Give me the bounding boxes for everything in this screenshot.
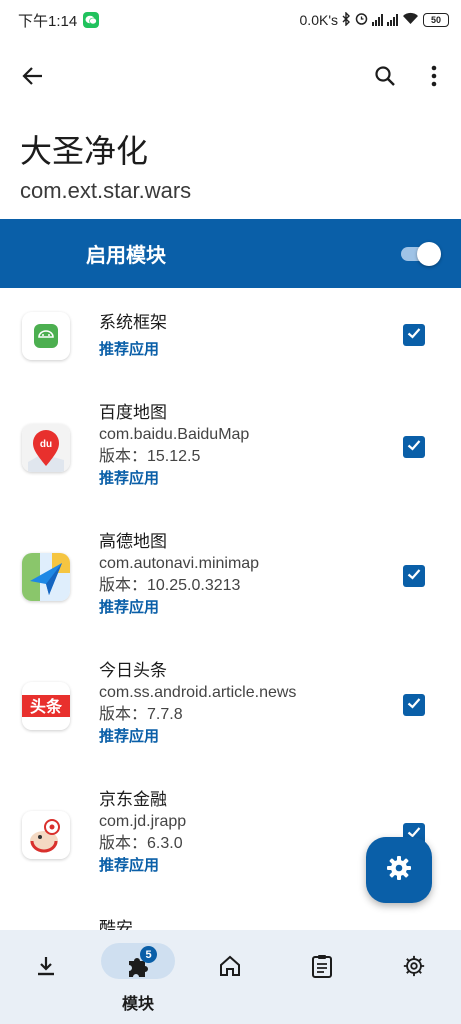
app-version: 版本：6.3.0 bbox=[99, 835, 183, 852]
recommended-label: 推荐应用 bbox=[99, 341, 160, 358]
check-icon bbox=[406, 695, 422, 716]
status-bar: 下午1:14 0.0K's 50 bbox=[0, 0, 461, 40]
app-name: 高德地图 bbox=[99, 532, 167, 551]
status-time: 下午1:14 bbox=[18, 12, 78, 30]
app-package: com.baidu.BaiduMap bbox=[99, 426, 250, 443]
page-title: 大圣净化 bbox=[20, 132, 149, 170]
app-text: 酷安 bbox=[99, 918, 133, 930]
list-item[interactable]: 头条 今日头条 com.ss.android.article.news 版本：7… bbox=[0, 660, 461, 780]
recommended-label: 推荐应用 bbox=[99, 728, 160, 745]
baidu-logo-text: du bbox=[40, 439, 52, 450]
network-speed: 0.0K's bbox=[299, 12, 338, 28]
bluetooth-icon bbox=[342, 10, 351, 29]
alarm-icon bbox=[355, 12, 368, 28]
app-scope-list[interactable]: 系统框架 推荐应用 du 百度地图 com.baidu.BaiduMap 版本：… bbox=[0, 288, 461, 930]
search-button[interactable] bbox=[365, 58, 405, 98]
app-text: 高德地图 com.autonavi.minimap 版本：10.25.0.321… bbox=[99, 531, 259, 619]
arrow-back-icon bbox=[22, 65, 44, 92]
app-text: 今日头条 com.ss.android.article.news 版本：7.7.… bbox=[99, 660, 296, 748]
app-name: 酷安 bbox=[99, 919, 133, 930]
app-version: 版本：15.12.5 bbox=[99, 448, 201, 465]
bottom-navigation: 模块 bbox=[0, 930, 461, 1024]
toolbar bbox=[0, 56, 461, 104]
app-package: com.autonavi.minimap bbox=[99, 555, 260, 572]
nav-item-home[interactable] bbox=[184, 930, 276, 1024]
nav-item-modules[interactable]: 模块 bbox=[92, 930, 184, 1024]
recommended-label: 推荐应用 bbox=[99, 470, 160, 487]
enable-module-switch[interactable] bbox=[401, 242, 441, 266]
nav-item-logs[interactable] bbox=[276, 930, 368, 1024]
app-version: 版本：10.25.0.3213 bbox=[99, 577, 241, 594]
search-icon bbox=[374, 65, 396, 92]
app-checkbox[interactable] bbox=[403, 565, 425, 587]
enable-module-bar[interactable]: 启用模块 bbox=[0, 219, 461, 288]
nav-item-download[interactable] bbox=[0, 930, 92, 1024]
amap-app-icon bbox=[22, 553, 70, 601]
app-checkbox[interactable] bbox=[403, 694, 425, 716]
app-name: 百度地图 bbox=[99, 403, 167, 422]
app-package: com.jd.jrapp bbox=[99, 813, 187, 830]
toutiao-app-icon: 头条 bbox=[22, 682, 70, 730]
list-item[interactable]: 酷安 bbox=[0, 918, 461, 930]
signal-icon bbox=[387, 14, 398, 26]
app-package: com.ss.android.article.news bbox=[99, 684, 297, 701]
back-button[interactable] bbox=[13, 58, 53, 98]
app-name: 今日头条 bbox=[99, 661, 167, 680]
battery-level: 50 bbox=[430, 15, 441, 25]
jd-finance-app-icon bbox=[22, 811, 70, 859]
signal-icon bbox=[372, 14, 383, 26]
gear-icon bbox=[400, 952, 428, 980]
list-item[interactable]: du 百度地图 com.baidu.BaiduMap 版本：15.12.5 推荐… bbox=[0, 402, 461, 522]
app-text: 京东金融 com.jd.jrapp 版本：6.3.0 推荐应用 bbox=[99, 789, 186, 877]
switch-thumb bbox=[417, 242, 441, 266]
list-item[interactable]: 系统框架 推荐应用 bbox=[0, 310, 461, 410]
wechat-icon bbox=[83, 12, 100, 28]
nav-item-settings[interactable] bbox=[368, 930, 460, 1024]
list-item[interactable]: 高德地图 com.autonavi.minimap 版本：10.25.0.321… bbox=[0, 531, 461, 651]
modules-count-badge: 5 bbox=[140, 946, 157, 963]
download-icon bbox=[32, 952, 60, 980]
check-icon bbox=[406, 325, 422, 346]
wifi-icon bbox=[402, 12, 419, 28]
battery-icon: 50 bbox=[423, 13, 449, 27]
more-options-button[interactable] bbox=[414, 58, 454, 98]
settings-fab[interactable] bbox=[366, 837, 432, 903]
recommended-label: 推荐应用 bbox=[99, 857, 160, 874]
more-vert-icon bbox=[431, 65, 437, 92]
baidu-map-app-icon: du bbox=[22, 424, 70, 472]
app-name: 系统框架 bbox=[99, 313, 167, 332]
check-icon bbox=[406, 566, 422, 587]
nav-label-modules: 模块 bbox=[121, 996, 154, 1013]
app-text: 百度地图 com.baidu.BaiduMap 版本：15.12.5 推荐应用 bbox=[99, 402, 249, 490]
app-name: 京东金融 bbox=[99, 790, 167, 809]
app-version: 版本：7.7.8 bbox=[99, 706, 183, 723]
clipboard-icon bbox=[308, 952, 336, 980]
app-text: 系统框架 推荐应用 bbox=[99, 312, 167, 361]
recommended-label: 推荐应用 bbox=[99, 599, 160, 616]
check-icon bbox=[406, 437, 422, 458]
home-icon bbox=[216, 952, 244, 980]
app-checkbox[interactable] bbox=[403, 324, 425, 346]
app-checkbox[interactable] bbox=[403, 436, 425, 458]
gear-icon bbox=[386, 855, 412, 886]
enable-module-label: 启用模块 bbox=[86, 245, 166, 267]
android-system-app-icon bbox=[22, 312, 70, 360]
package-name: com.ext.star.wars bbox=[20, 178, 192, 203]
toutiao-logo-text: 头条 bbox=[30, 697, 63, 716]
